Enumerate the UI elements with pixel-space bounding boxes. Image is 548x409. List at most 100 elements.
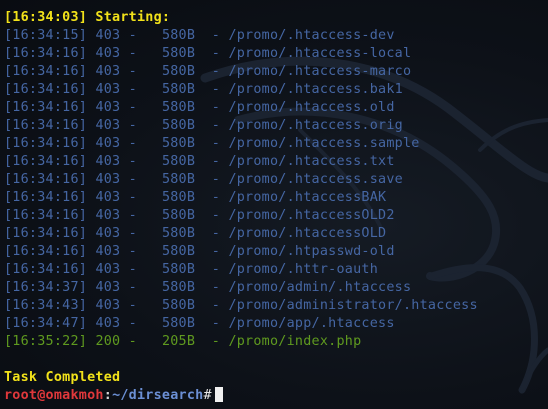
result-size: 580B xyxy=(161,136,196,151)
result-time: [16:34:16] xyxy=(4,64,88,79)
result-path: /promo/.htaccessOLD2 xyxy=(228,208,395,223)
result-path: /promo/.htaccess.txt xyxy=(228,154,395,169)
result-time: [16:34:16] xyxy=(4,262,88,277)
result-status: 403 xyxy=(95,316,121,331)
result-time: [16:34:16] xyxy=(4,136,88,151)
result-time: [16:34:16] xyxy=(4,118,88,133)
result-status: 403 xyxy=(95,190,121,205)
result-size: 580B xyxy=(161,172,196,187)
terminal-window[interactable]: [16:34:03] Starting: [16:34:15] 403 - 58… xyxy=(0,0,548,409)
result-row: [16:34:16] 403 - 580B - /promo/.htaccess… xyxy=(4,226,387,241)
result-size: 580B xyxy=(161,28,196,43)
result-time: [16:34:47] xyxy=(4,316,88,331)
result-row: [16:34:16] 403 - 580B - /promo/.htaccess… xyxy=(4,190,387,205)
result-path: /promo/admin/.htaccess xyxy=(228,280,412,295)
result-time: [16:34:16] xyxy=(4,154,88,169)
result-status: 403 xyxy=(95,82,121,97)
result-row: [16:34:43] 403 - 580B - /promo/administr… xyxy=(4,298,478,313)
result-status: 403 xyxy=(95,208,121,223)
result-size: 580B xyxy=(161,280,196,295)
result-time: [16:34:16] xyxy=(4,208,88,223)
result-row: [16:34:16] 403 - 580B - /promo/.htaccess… xyxy=(4,154,395,169)
terminal-output: [16:34:03] Starting: [16:34:15] 403 - 58… xyxy=(4,9,548,405)
result-row: [16:34:16] 403 - 580B - /promo/.htaccess… xyxy=(4,64,412,79)
result-status: 403 xyxy=(95,154,121,169)
task-completed-line: Task Completed xyxy=(4,370,121,385)
result-path: /promo/.htaccess.save xyxy=(228,172,403,187)
shell-prompt[interactable]: root@omakmoh:~/dirsearch# xyxy=(4,387,548,405)
prompt-path: ~/dirsearch xyxy=(112,388,204,403)
result-row: [16:34:16] 403 - 580B - /promo/.htaccess… xyxy=(4,100,395,115)
result-size: 580B xyxy=(161,46,196,61)
result-row: [16:34:16] 403 - 580B - /promo/.htaccess… xyxy=(4,46,412,61)
result-time: [16:34:43] xyxy=(4,298,88,313)
result-size: 580B xyxy=(161,64,196,79)
prompt-user-host: root@omakmoh xyxy=(4,388,104,403)
result-size: 580B xyxy=(161,262,196,277)
result-path: /promo/.htaccessBAK xyxy=(228,190,387,205)
scan-results: [16:34:15] 403 - 580B - /promo/.htaccess… xyxy=(4,27,548,351)
result-size: 580B xyxy=(161,190,196,205)
result-time: [16:35:22] xyxy=(4,334,88,349)
result-row: [16:34:15] 403 - 580B - /promo/.htaccess… xyxy=(4,28,395,43)
result-time: [16:34:16] xyxy=(4,100,88,115)
result-time: [16:34:16] xyxy=(4,226,88,241)
result-row: [16:34:16] 403 - 580B - /promo/.httr-oau… xyxy=(4,262,379,277)
result-status: 403 xyxy=(95,64,121,79)
result-size: 580B xyxy=(161,298,196,313)
result-size: 580B xyxy=(161,82,196,97)
result-path: /promo/.htaccess-marco xyxy=(228,64,412,79)
result-path: /promo/.htaccessOLD xyxy=(228,226,387,241)
result-time: [16:34:37] xyxy=(4,280,88,295)
result-size: 580B xyxy=(161,118,196,133)
result-row: [16:34:16] 403 - 580B - /promo/.htaccess… xyxy=(4,172,403,187)
result-path: /promo/.htpasswd-old xyxy=(228,244,395,259)
result-row: [16:34:37] 403 - 580B - /promo/admin/.ht… xyxy=(4,280,412,295)
result-row: [16:34:16] 403 - 580B - /promo/.htaccess… xyxy=(4,208,395,223)
result-row: [16:35:22] 200 - 205B - /promo/index.php xyxy=(4,334,362,349)
result-row: [16:34:16] 403 - 580B - /promo/.htaccess… xyxy=(4,82,403,97)
result-row: [16:34:16] 403 - 580B - /promo/.htpasswd… xyxy=(4,244,395,259)
result-status: 403 xyxy=(95,118,121,133)
result-time: [16:34:16] xyxy=(4,46,88,61)
result-status: 403 xyxy=(95,100,121,115)
result-row: [16:34:16] 403 - 580B - /promo/.htaccess… xyxy=(4,118,403,133)
result-path: /promo/app/.htaccess xyxy=(228,316,395,331)
result-status: 403 xyxy=(95,136,121,151)
result-status: 200 xyxy=(95,334,121,349)
result-status: 403 xyxy=(95,244,121,259)
starting-line: [16:34:03] Starting: xyxy=(4,10,171,25)
result-size: 580B xyxy=(161,244,196,259)
result-row: [16:34:47] 403 - 580B - /promo/app/.htac… xyxy=(4,316,395,331)
result-path: /promo/.htaccess.old xyxy=(228,100,395,115)
result-row: [16:34:16] 403 - 580B - /promo/.htaccess… xyxy=(4,136,420,151)
result-status: 403 xyxy=(95,46,121,61)
result-status: 403 xyxy=(95,226,121,241)
result-size: 580B xyxy=(161,154,196,169)
result-status: 403 xyxy=(95,262,121,277)
block-cursor[interactable] xyxy=(214,387,223,402)
result-path: /promo/.httr-oauth xyxy=(228,262,379,277)
result-path: /promo/administrator/.htaccess xyxy=(228,298,478,313)
result-status: 403 xyxy=(95,280,121,295)
result-status: 403 xyxy=(95,172,121,187)
result-path: /promo/.htaccess.sample xyxy=(228,136,420,151)
result-size: 205B xyxy=(161,334,196,349)
result-size: 580B xyxy=(161,226,196,241)
result-status: 403 xyxy=(95,298,121,313)
result-size: 580B xyxy=(161,316,196,331)
result-path: /promo/.htaccess-local xyxy=(228,46,412,61)
result-status: 403 xyxy=(95,28,121,43)
prompt-separator: : xyxy=(103,388,113,403)
result-time: [16:34:16] xyxy=(4,244,88,259)
result-time: [16:34:15] xyxy=(4,28,88,43)
result-size: 580B xyxy=(161,100,196,115)
result-time: [16:34:16] xyxy=(4,172,88,187)
prompt-symbol: # xyxy=(203,388,212,403)
result-time: [16:34:16] xyxy=(4,82,88,97)
result-size: 580B xyxy=(161,208,196,223)
result-path: /promo/index.php xyxy=(228,334,362,349)
result-path: /promo/.htaccess-dev xyxy=(228,28,395,43)
result-path: /promo/.htaccess.bak1 xyxy=(228,82,403,97)
